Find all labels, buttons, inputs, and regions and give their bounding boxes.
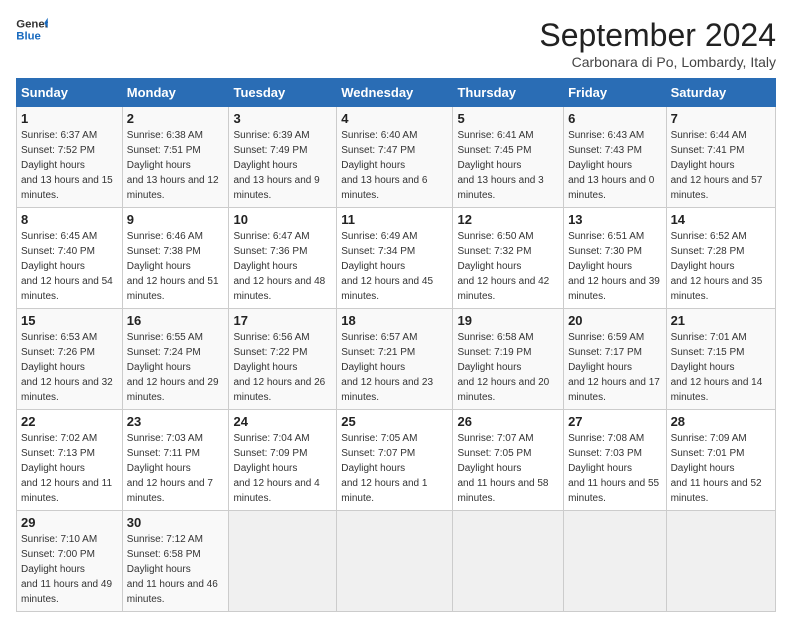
table-row: 18 Sunrise: 6:57 AM Sunset: 7:21 PM Dayl… <box>337 309 453 410</box>
table-row: 3 Sunrise: 6:39 AM Sunset: 7:49 PM Dayli… <box>229 107 337 208</box>
logo-icon: General Blue <box>16 16 48 44</box>
table-row <box>666 511 775 612</box>
table-row: 20 Sunrise: 6:59 AM Sunset: 7:17 PM Dayl… <box>564 309 666 410</box>
table-row: 29 Sunrise: 7:10 AM Sunset: 7:00 PM Dayl… <box>17 511 123 612</box>
location-subtitle: Carbonara di Po, Lombardy, Italy <box>539 54 776 70</box>
table-row: 21 Sunrise: 7:01 AM Sunset: 7:15 PM Dayl… <box>666 309 775 410</box>
col-wednesday: Wednesday <box>337 79 453 107</box>
table-row: 4 Sunrise: 6:40 AM Sunset: 7:47 PM Dayli… <box>337 107 453 208</box>
col-saturday: Saturday <box>666 79 775 107</box>
table-row: 16 Sunrise: 6:55 AM Sunset: 7:24 PM Dayl… <box>122 309 229 410</box>
table-row: 7 Sunrise: 6:44 AM Sunset: 7:41 PM Dayli… <box>666 107 775 208</box>
col-friday: Friday <box>564 79 666 107</box>
table-row: 26 Sunrise: 7:07 AM Sunset: 7:05 PM Dayl… <box>453 410 564 511</box>
table-row: 5 Sunrise: 6:41 AM Sunset: 7:45 PM Dayli… <box>453 107 564 208</box>
table-row <box>229 511 337 612</box>
svg-text:General: General <box>16 18 48 30</box>
table-row: 2 Sunrise: 6:38 AM Sunset: 7:51 PM Dayli… <box>122 107 229 208</box>
title-block: September 2024 Carbonara di Po, Lombardy… <box>539 16 776 70</box>
table-row: 23 Sunrise: 7:03 AM Sunset: 7:11 PM Dayl… <box>122 410 229 511</box>
month-title: September 2024 <box>539 16 776 54</box>
table-row: 9 Sunrise: 6:46 AM Sunset: 7:38 PM Dayli… <box>122 208 229 309</box>
table-row: 24 Sunrise: 7:04 AM Sunset: 7:09 PM Dayl… <box>229 410 337 511</box>
table-row: 25 Sunrise: 7:05 AM Sunset: 7:07 PM Dayl… <box>337 410 453 511</box>
table-row: 17 Sunrise: 6:56 AM Sunset: 7:22 PM Dayl… <box>229 309 337 410</box>
table-row: 22 Sunrise: 7:02 AM Sunset: 7:13 PM Dayl… <box>17 410 123 511</box>
table-row: 27 Sunrise: 7:08 AM Sunset: 7:03 PM Dayl… <box>564 410 666 511</box>
calendar-table: Sunday Monday Tuesday Wednesday Thursday… <box>16 78 776 612</box>
table-row: 1 Sunrise: 6:37 AM Sunset: 7:52 PM Dayli… <box>17 107 123 208</box>
table-row <box>453 511 564 612</box>
table-row: 19 Sunrise: 6:58 AM Sunset: 7:19 PM Dayl… <box>453 309 564 410</box>
table-row: 10 Sunrise: 6:47 AM Sunset: 7:36 PM Dayl… <box>229 208 337 309</box>
table-row <box>564 511 666 612</box>
table-row: 13 Sunrise: 6:51 AM Sunset: 7:30 PM Dayl… <box>564 208 666 309</box>
table-row: 15 Sunrise: 6:53 AM Sunset: 7:26 PM Dayl… <box>17 309 123 410</box>
table-row: 30 Sunrise: 7:12 AM Sunset: 6:58 PM Dayl… <box>122 511 229 612</box>
col-tuesday: Tuesday <box>229 79 337 107</box>
col-sunday: Sunday <box>17 79 123 107</box>
table-row: 11 Sunrise: 6:49 AM Sunset: 7:34 PM Dayl… <box>337 208 453 309</box>
table-row <box>337 511 453 612</box>
table-row: 6 Sunrise: 6:43 AM Sunset: 7:43 PM Dayli… <box>564 107 666 208</box>
table-row: 12 Sunrise: 6:50 AM Sunset: 7:32 PM Dayl… <box>453 208 564 309</box>
col-thursday: Thursday <box>453 79 564 107</box>
table-row: 8 Sunrise: 6:45 AM Sunset: 7:40 PM Dayli… <box>17 208 123 309</box>
logo: General Blue <box>16 16 48 44</box>
col-monday: Monday <box>122 79 229 107</box>
table-row: 14 Sunrise: 6:52 AM Sunset: 7:28 PM Dayl… <box>666 208 775 309</box>
page-header: General Blue September 2024 Carbonara di… <box>16 16 776 70</box>
table-row: 28 Sunrise: 7:09 AM Sunset: 7:01 PM Dayl… <box>666 410 775 511</box>
svg-text:Blue: Blue <box>16 31 41 43</box>
calendar-header-row: Sunday Monday Tuesday Wednesday Thursday… <box>17 79 776 107</box>
